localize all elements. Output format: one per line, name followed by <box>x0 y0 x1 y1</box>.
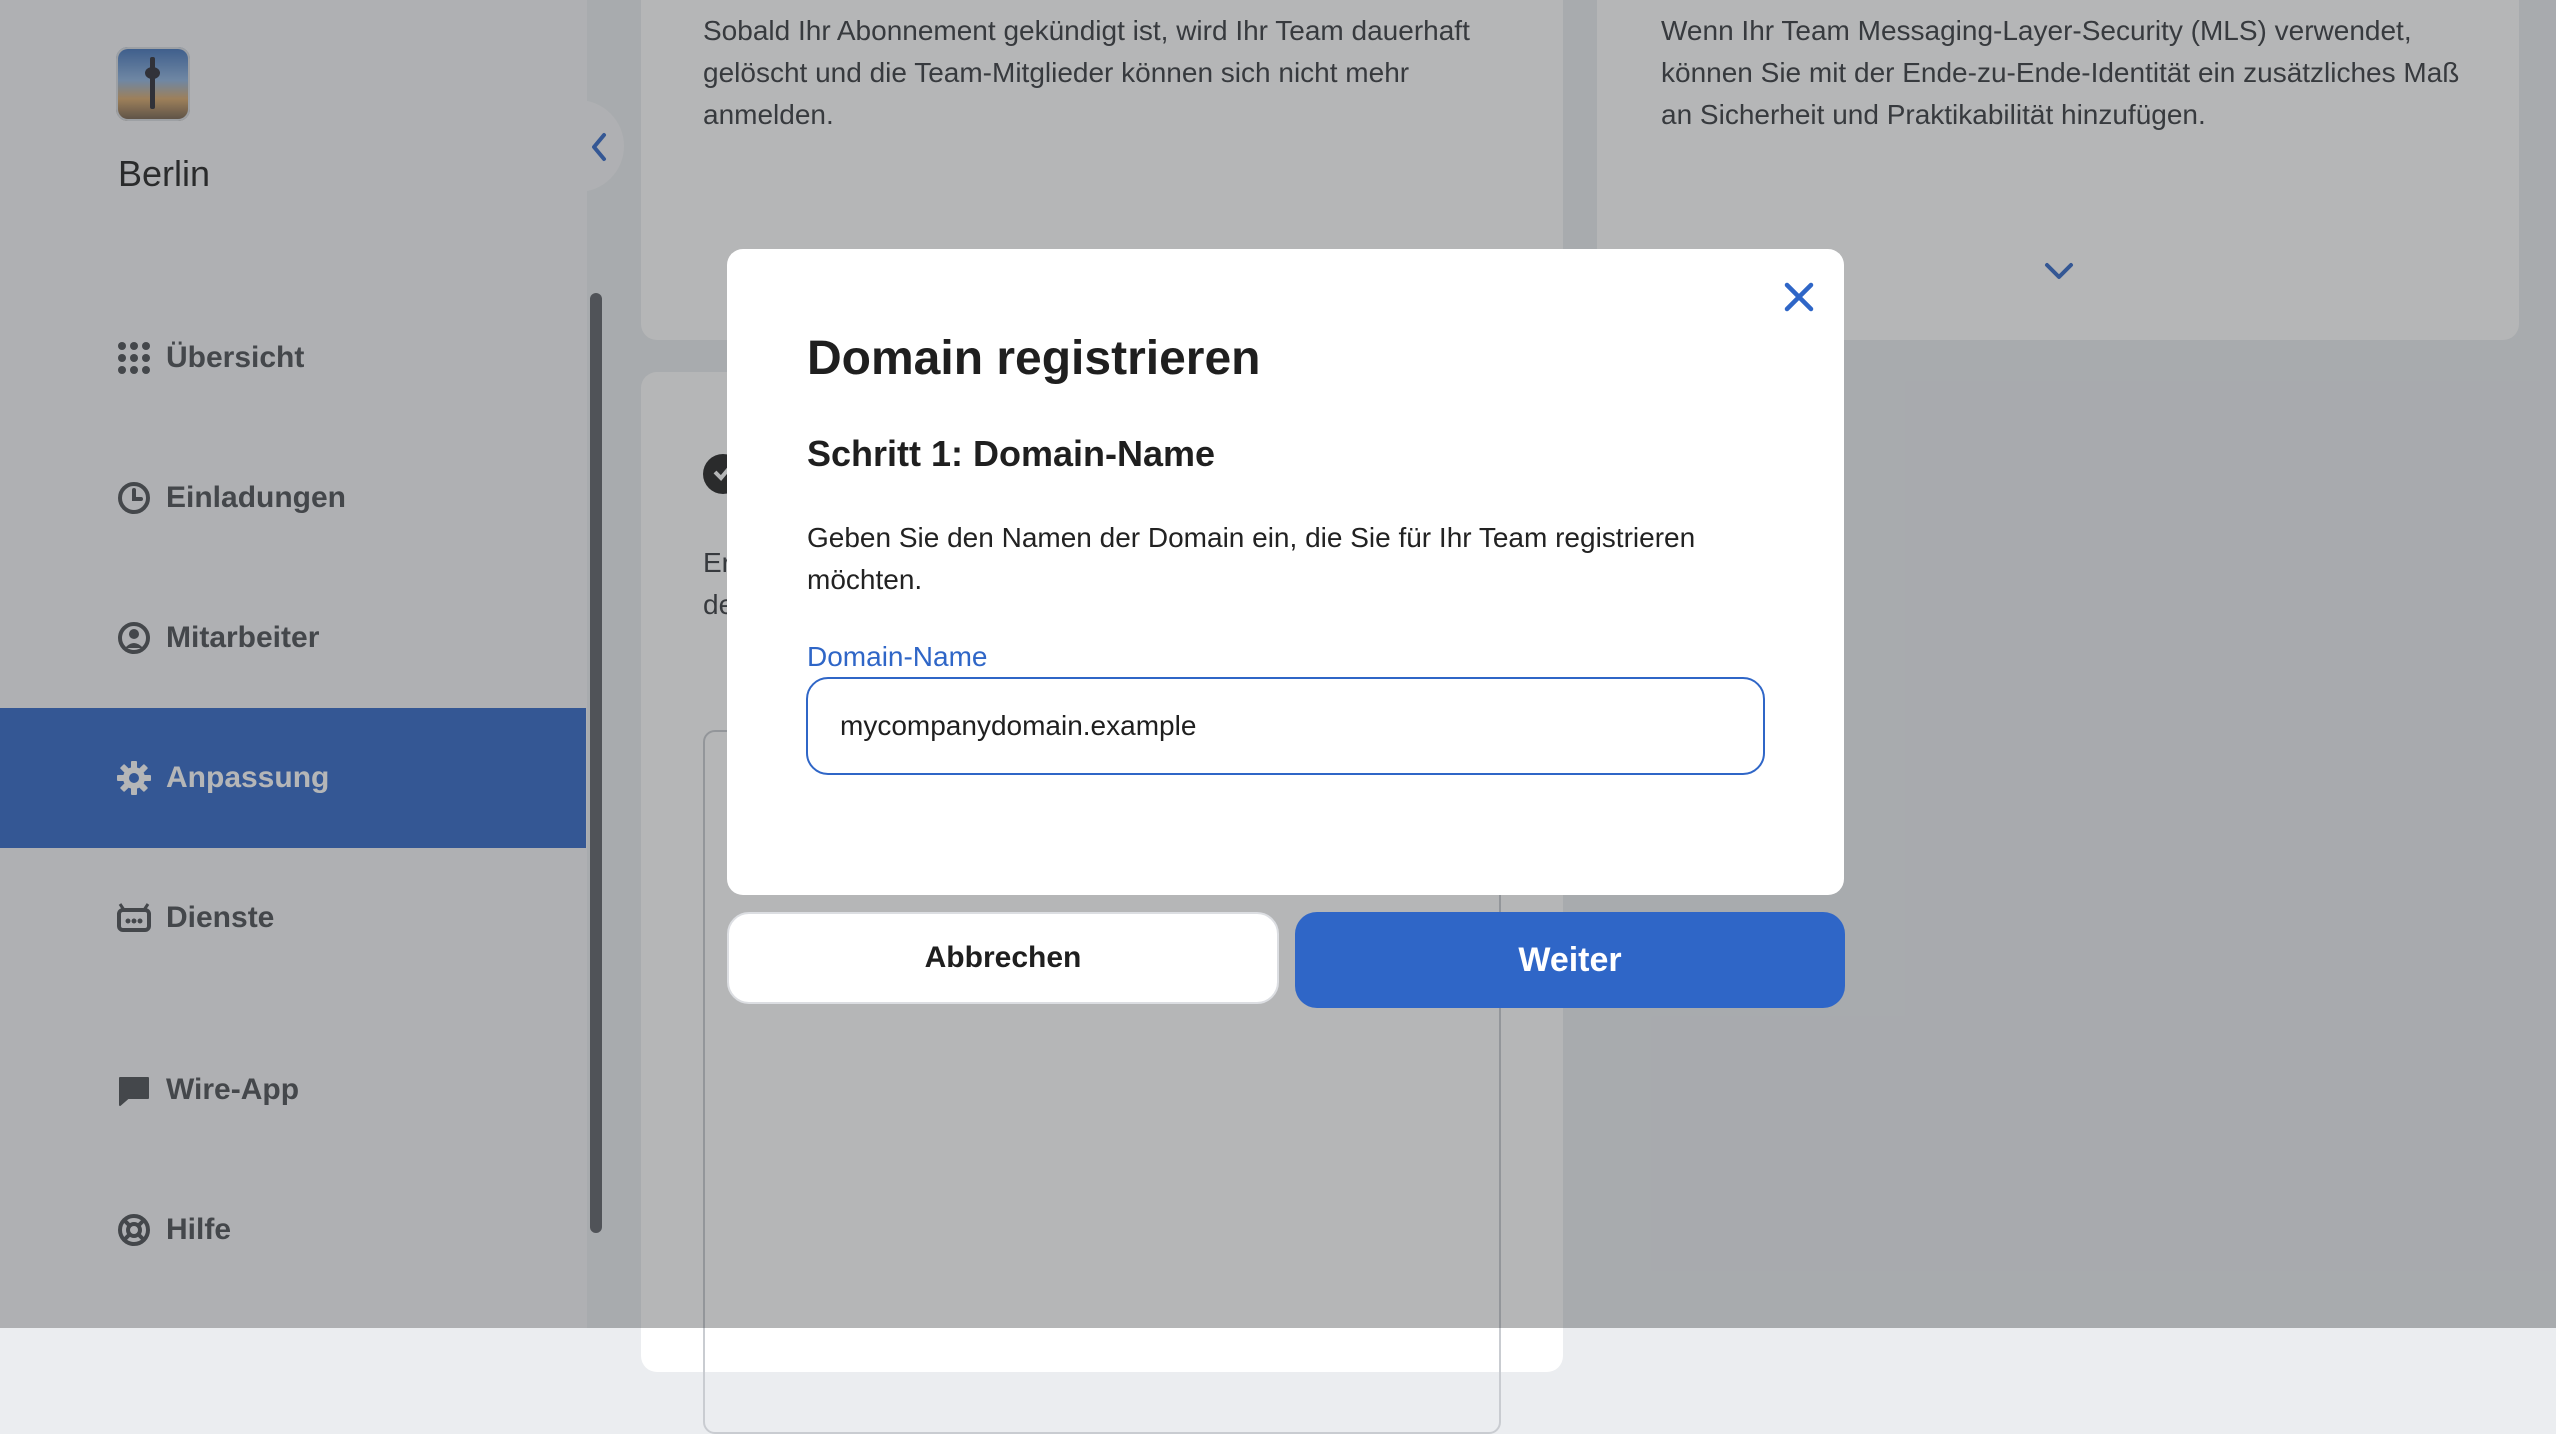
domain-name-label: Domain-Name <box>807 641 988 672</box>
close-icon[interactable] <box>1777 275 1821 319</box>
modal-description: Geben Sie den Namen der Domain ein, die … <box>807 522 1696 595</box>
cancel-button[interactable]: Abbrechen <box>727 912 1279 1004</box>
next-button[interactable]: Weiter <box>1295 912 1845 1008</box>
modal-step-title: Schritt 1: Domain-Name <box>807 433 1216 474</box>
register-domain-modal: Domain registrieren Schritt 1: Domain-Na… <box>727 249 1844 895</box>
modal-title: Domain registrieren <box>807 332 1261 385</box>
domain-name-input[interactable] <box>806 677 1765 775</box>
